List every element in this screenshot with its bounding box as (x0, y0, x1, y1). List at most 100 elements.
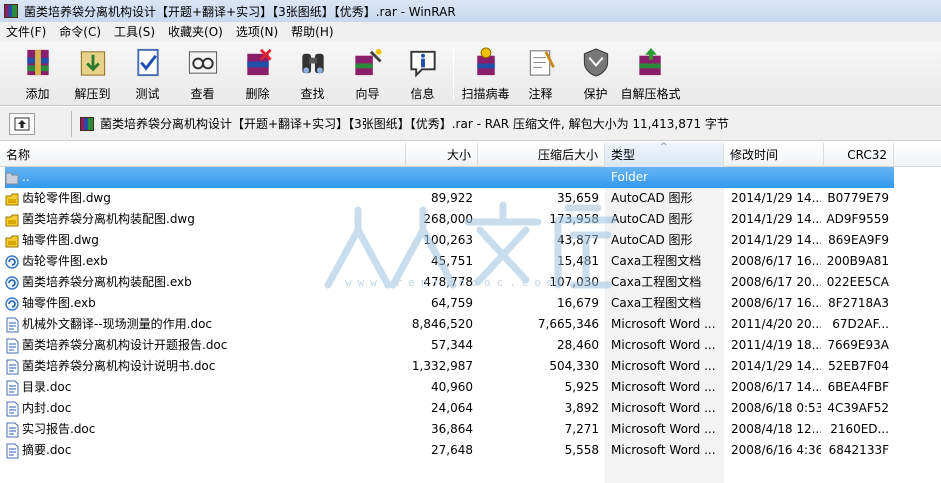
file-packed-size: 16,679 (557, 296, 599, 310)
file-name: 轴零件图.exb (22, 296, 96, 310)
column-header-name[interactable]: 名称 (0, 143, 406, 167)
file-row[interactable]: 实习报告.doc 36,864 7,271 Microsoft Word ... 200… (0, 419, 941, 440)
menu-bar: 文件(F) 命令(C) 工具(S) 收藏夹(O) 选项(N) 帮助(H) (0, 22, 941, 42)
file-list[interactable]: 名称 大小 压缩后大小 类型 ^ 修改时间 CRC32 .. Folder 齿轮零件图… (0, 142, 941, 483)
info-button[interactable]: 信息 (395, 42, 450, 102)
file-name: 摘要.doc (22, 443, 72, 457)
menu-favorites[interactable]: 收藏夹(O) (162, 22, 230, 42)
file-name-cell: 摘要.doc (5, 440, 405, 461)
file-packed-size: 15,481 (557, 254, 599, 268)
column-header-size[interactable]: 大小 (406, 143, 478, 167)
file-type: Folder (611, 170, 649, 184)
word-doc-icon (6, 443, 19, 458)
file-size: 27,648 (431, 443, 473, 457)
column-header-packed[interactable]: 压缩后大小 (478, 143, 605, 167)
file-name: 机械外文翻译--现场测量的作用.doc (22, 317, 213, 331)
menu-options[interactable]: 选项(N) (230, 22, 285, 42)
extract-to-button[interactable]: 解压到 (65, 42, 120, 102)
file-row[interactable]: 轴零件图.dwg 100,263 43,877 AutoCAD 图形 2014/1/29… (0, 230, 941, 251)
file-name-cell: 齿轮零件图.exb (5, 251, 405, 272)
menu-tools[interactable]: 工具(S) (108, 22, 162, 42)
file-row[interactable]: 菌类培养袋分离机构设计说明书.doc 1,332,987 504,330 Micros… (0, 356, 941, 377)
add-button[interactable]: 添加 (10, 42, 65, 102)
file-row[interactable]: 菌类培养袋分离机构装配图.dwg 268,000 173,958 AutoCAD 图形… (0, 209, 941, 230)
file-name: 目录.doc (22, 380, 72, 394)
find-icon (301, 53, 324, 74)
file-packed-size: 35,659 (557, 191, 599, 205)
protect-button[interactable]: 保护 (568, 42, 623, 102)
protect-icon (583, 48, 608, 77)
rar-archive-icon (80, 116, 94, 131)
archive-path[interactable]: 菌类培养袋分离机构设计【开题+翻译+实习】【3张图纸】【优秀】.rar - RA… (80, 115, 729, 132)
file-size: 100,263 (423, 233, 473, 247)
find-button[interactable]: 查找 (285, 42, 340, 102)
file-name-cell: 轴零件图.exb (5, 293, 405, 314)
view-button[interactable]: 查看 (175, 42, 230, 102)
column-packed-label: 压缩后大小 (537, 148, 598, 162)
wizard-button[interactable]: 向导 (340, 42, 395, 102)
column-header-crc[interactable]: CRC32 (824, 143, 894, 167)
caxa-file-icon (5, 254, 19, 269)
file-size: 89,922 (431, 191, 473, 205)
autocad-file-icon (5, 235, 19, 247)
path-separator (71, 110, 72, 137)
file-modified: 2008/6/18 0:53 (731, 401, 821, 415)
file-name: .. (22, 170, 30, 184)
file-name: 齿轮零件图.exb (22, 254, 108, 268)
column-header-modified[interactable]: 修改时间 (724, 143, 824, 167)
virus-scan-button[interactable]: 扫描病毒 (458, 42, 513, 102)
word-doc-icon (6, 380, 19, 395)
file-crc: 7669E93A (827, 338, 889, 352)
sfx-icon (638, 47, 661, 76)
word-doc-icon (6, 422, 19, 437)
file-row[interactable]: 齿轮零件图.exb 45,751 15,481 Caxa工程图文档 2008/6/17 … (0, 251, 941, 272)
file-name: 菌类培养袋分离机构装配图.dwg (22, 212, 195, 226)
file-packed-size: 7,271 (564, 422, 599, 436)
file-modified: 2014/1/29 14... (731, 359, 821, 373)
parent-folder-row[interactable]: .. Folder (0, 167, 941, 188)
view-label: 查看 (190, 87, 215, 101)
file-name-cell: .. (5, 167, 405, 188)
word-doc-icon (6, 338, 19, 353)
file-modified: 2011/4/19 18... (731, 338, 821, 352)
file-row[interactable]: 齿轮零件图.dwg 89,922 35,659 AutoCAD 图形 2014/1/29… (0, 188, 941, 209)
file-modified: 2011/4/20 20... (731, 317, 821, 331)
file-name: 菌类培养袋分离机构设计开题报告.doc (22, 338, 228, 352)
column-header-type[interactable]: 类型 ^ (605, 142, 724, 167)
column-name-label: 名称 (6, 148, 31, 162)
file-name: 菌类培养袋分离机构设计说明书.doc (22, 359, 216, 373)
menu-help[interactable]: 帮助(H) (285, 22, 340, 42)
file-name: 菌类培养袋分离机构装配图.exb (22, 275, 192, 289)
up-folder-button[interactable] (9, 112, 35, 135)
file-crc: 8F2718A3 (828, 296, 889, 310)
add-label: 添加 (25, 87, 50, 101)
file-row[interactable]: 摘要.doc 27,648 5,558 Microsoft Word ... 2008/… (0, 440, 941, 461)
sfx-label: 自解压格式 (620, 87, 681, 101)
sfx-button[interactable]: 自解压格式 (620, 42, 681, 102)
file-type: Microsoft Word ... (611, 401, 716, 415)
menu-file[interactable]: 文件(F) (0, 22, 53, 42)
file-modified: 2014/1/29 14... (731, 212, 821, 226)
file-crc: 4C39AF52 (827, 401, 889, 415)
file-type: Microsoft Word ... (611, 380, 716, 394)
file-size: 40,960 (431, 380, 473, 394)
file-row[interactable]: 目录.doc 40,960 5,925 Microsoft Word ... 2008/… (0, 377, 941, 398)
file-name-cell: 齿轮零件图.dwg (5, 188, 405, 209)
test-button[interactable]: 测试 (120, 42, 175, 102)
file-modified: 2008/6/17 16... (731, 254, 821, 268)
file-row[interactable]: 轴零件图.exb 64,759 16,679 Caxa工程图文档 2008/6/17 1… (0, 293, 941, 314)
file-row[interactable]: 机械外文翻译--现场测量的作用.doc 8,846,520 7,665,346 Mic… (0, 314, 941, 335)
file-row[interactable]: 内封.doc 24,064 3,892 Microsoft Word ... 2008/… (0, 398, 941, 419)
file-crc: 52EB7F04 (828, 359, 889, 373)
file-name: 实习报告.doc (22, 422, 96, 436)
file-type: Microsoft Word ... (611, 359, 716, 373)
comment-button[interactable]: 注释 (513, 42, 568, 102)
view-icon (188, 51, 217, 74)
file-type: AutoCAD 图形 (611, 233, 693, 247)
file-name-cell: 菌类培养袋分离机构设计开题报告.doc (5, 335, 405, 356)
file-size: 8,846,520 (411, 317, 473, 331)
menu-commands[interactable]: 命令(C) (53, 22, 108, 42)
delete-button[interactable]: 删除 (230, 42, 285, 102)
file-row[interactable]: 菌类培养袋分离机构设计开题报告.doc 57,344 28,460 Microsoft… (0, 335, 941, 356)
file-crc: 2160ED... (830, 422, 889, 436)
